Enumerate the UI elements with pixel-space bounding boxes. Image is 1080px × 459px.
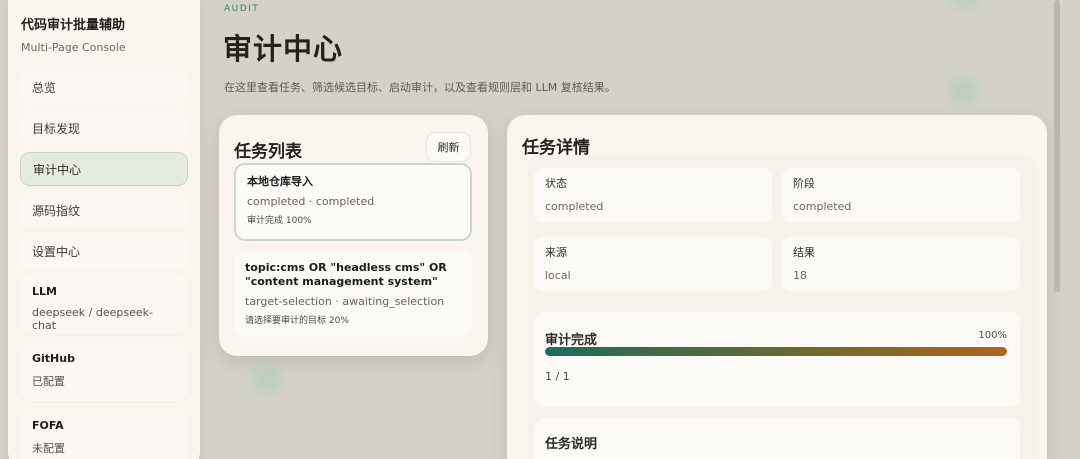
task-list-panel: 任务列表 刷新 本地仓库导入 completed · completed 审计完… bbox=[219, 115, 488, 356]
decor-blob bbox=[948, 76, 978, 106]
sidebar-item-source-fingerprint[interactable]: 源码指纹 bbox=[20, 193, 188, 227]
brand-subtitle: Multi-Page Console bbox=[21, 41, 126, 54]
progress-card: 审计完成 100% 1 / 1 bbox=[535, 312, 1020, 407]
info-card-title: GitHub bbox=[32, 352, 75, 365]
task-meta: target-selection · awaiting_selection bbox=[245, 295, 445, 308]
stat-status: 状态 completed bbox=[534, 168, 772, 222]
task-card-selected[interactable]: 本地仓库导入 completed · completed 审计完成 100% bbox=[234, 163, 472, 241]
task-status: 请选择要审计的目标 20% bbox=[245, 316, 349, 326]
task-card[interactable]: topic:cms OR "headless cms" OR "content … bbox=[234, 251, 472, 337]
page-eyebrow: AUDIT bbox=[224, 4, 260, 14]
page-title: 审计中心 bbox=[223, 32, 344, 66]
github-info-card: GitHub 已配置 bbox=[20, 342, 188, 401]
task-name: 本地仓库导入 bbox=[247, 175, 313, 188]
llm-info-card: LLM deepseek / deepseek-chat bbox=[20, 275, 188, 334]
info-card-title: FOFA bbox=[32, 419, 64, 432]
info-card-value: 已配置 bbox=[32, 375, 65, 388]
info-card-value: 未配置 bbox=[32, 442, 65, 455]
stat-result: 结果 18 bbox=[782, 237, 1020, 291]
sidebar-item-settings[interactable]: 设置中心 bbox=[20, 234, 188, 268]
task-list-title: 任务列表 bbox=[234, 142, 302, 162]
sidebar-info-cards: LLM deepseek / deepseek-chat GitHub 已配置 … bbox=[20, 275, 188, 459]
progress-track bbox=[545, 347, 1007, 356]
sidebar-item-target-discovery[interactable]: 目标发现 bbox=[20, 111, 188, 145]
sidebar-item-overview[interactable]: 总览 bbox=[20, 70, 188, 104]
page-scrollbar[interactable] bbox=[1054, 0, 1060, 292]
brand-title: 代码审计批量辅助 bbox=[21, 18, 126, 33]
stat-label: 状态 bbox=[545, 177, 567, 190]
stat-value: completed bbox=[793, 200, 852, 213]
stat-label: 结果 bbox=[793, 246, 815, 259]
progress-count: 1 / 1 bbox=[545, 370, 570, 383]
task-description-card: 任务说明 bbox=[535, 418, 1020, 459]
sidebar: 代码审计批量辅助 Multi-Page Console 总览 目标发现 审计中心… bbox=[8, 0, 200, 459]
task-meta: completed · completed bbox=[247, 195, 375, 208]
stat-source: 来源 local bbox=[534, 237, 772, 291]
stat-value: local bbox=[545, 269, 571, 282]
decor-blob bbox=[950, 0, 980, 8]
progress-fill bbox=[545, 347, 1007, 356]
info-card-value: deepseek / deepseek-chat bbox=[32, 306, 153, 332]
stat-label: 阶段 bbox=[793, 177, 815, 190]
task-name: topic:cms OR "headless cms" OR "content … bbox=[245, 261, 447, 288]
info-card-title: LLM bbox=[32, 285, 57, 298]
fofa-info-card: FOFA 未配置 bbox=[20, 409, 188, 459]
page-description: 在这里查看任务、筛选候选目标、启动审计，以及查看规则层和 LLM 复核结果。 bbox=[224, 81, 616, 94]
task-status: 审计完成 100% bbox=[247, 216, 312, 226]
stat-value: 18 bbox=[793, 269, 807, 282]
progress-label: 审计完成 bbox=[545, 333, 598, 348]
stat-label: 来源 bbox=[545, 246, 567, 259]
sidebar-item-audit-center[interactable]: 审计中心 bbox=[20, 152, 188, 186]
app-root: 代码审计批量辅助 Multi-Page Console 总览 目标发现 审计中心… bbox=[0, 0, 1080, 459]
task-description-title: 任务说明 bbox=[545, 437, 598, 452]
sidebar-nav: 总览 目标发现 审计中心 源码指纹 设置中心 bbox=[20, 70, 188, 268]
progress-percent: 100% bbox=[978, 330, 1007, 341]
stat-value: completed bbox=[545, 200, 604, 213]
decor-blob bbox=[252, 366, 282, 394]
refresh-button[interactable]: 刷新 bbox=[426, 132, 471, 162]
stat-stage: 阶段 completed bbox=[782, 168, 1020, 222]
